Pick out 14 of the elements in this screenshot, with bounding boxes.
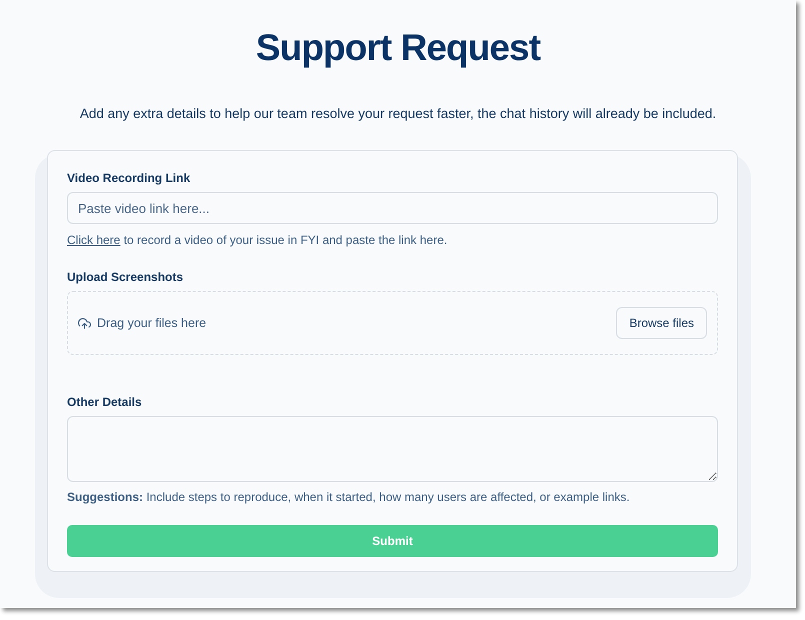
suggestions-text: Suggestions: Include steps to reproduce, when it started, how many users are affected, or example links. — [67, 489, 631, 506]
field-label: Upload Screenshots — [67, 270, 184, 286]
page-title: Support Request — [256, 26, 540, 70]
upload-cloud-icon — [78, 316, 91, 330]
drop-text: Drag your files here — [97, 314, 206, 332]
help-text: Click here to record a video of your issue in FYI and paste the link here. — [67, 232, 448, 250]
video-link-field[interactable]: Paste video link here... — [67, 192, 718, 224]
page-subtitle: Add any extra details to help our team resolve your request faster, the chat history will already be included. — [80, 105, 716, 123]
record-link[interactable]: Click here — [67, 233, 120, 248]
browse-files-button[interactable]: Browse files — [616, 307, 707, 340]
other-details-field[interactable] — [67, 416, 718, 482]
file-dropzone[interactable]: Drag your files here Browse files — [67, 291, 718, 356]
field-label: Video Recording Link — [67, 171, 192, 186]
field-label: Other Details — [67, 395, 143, 410]
